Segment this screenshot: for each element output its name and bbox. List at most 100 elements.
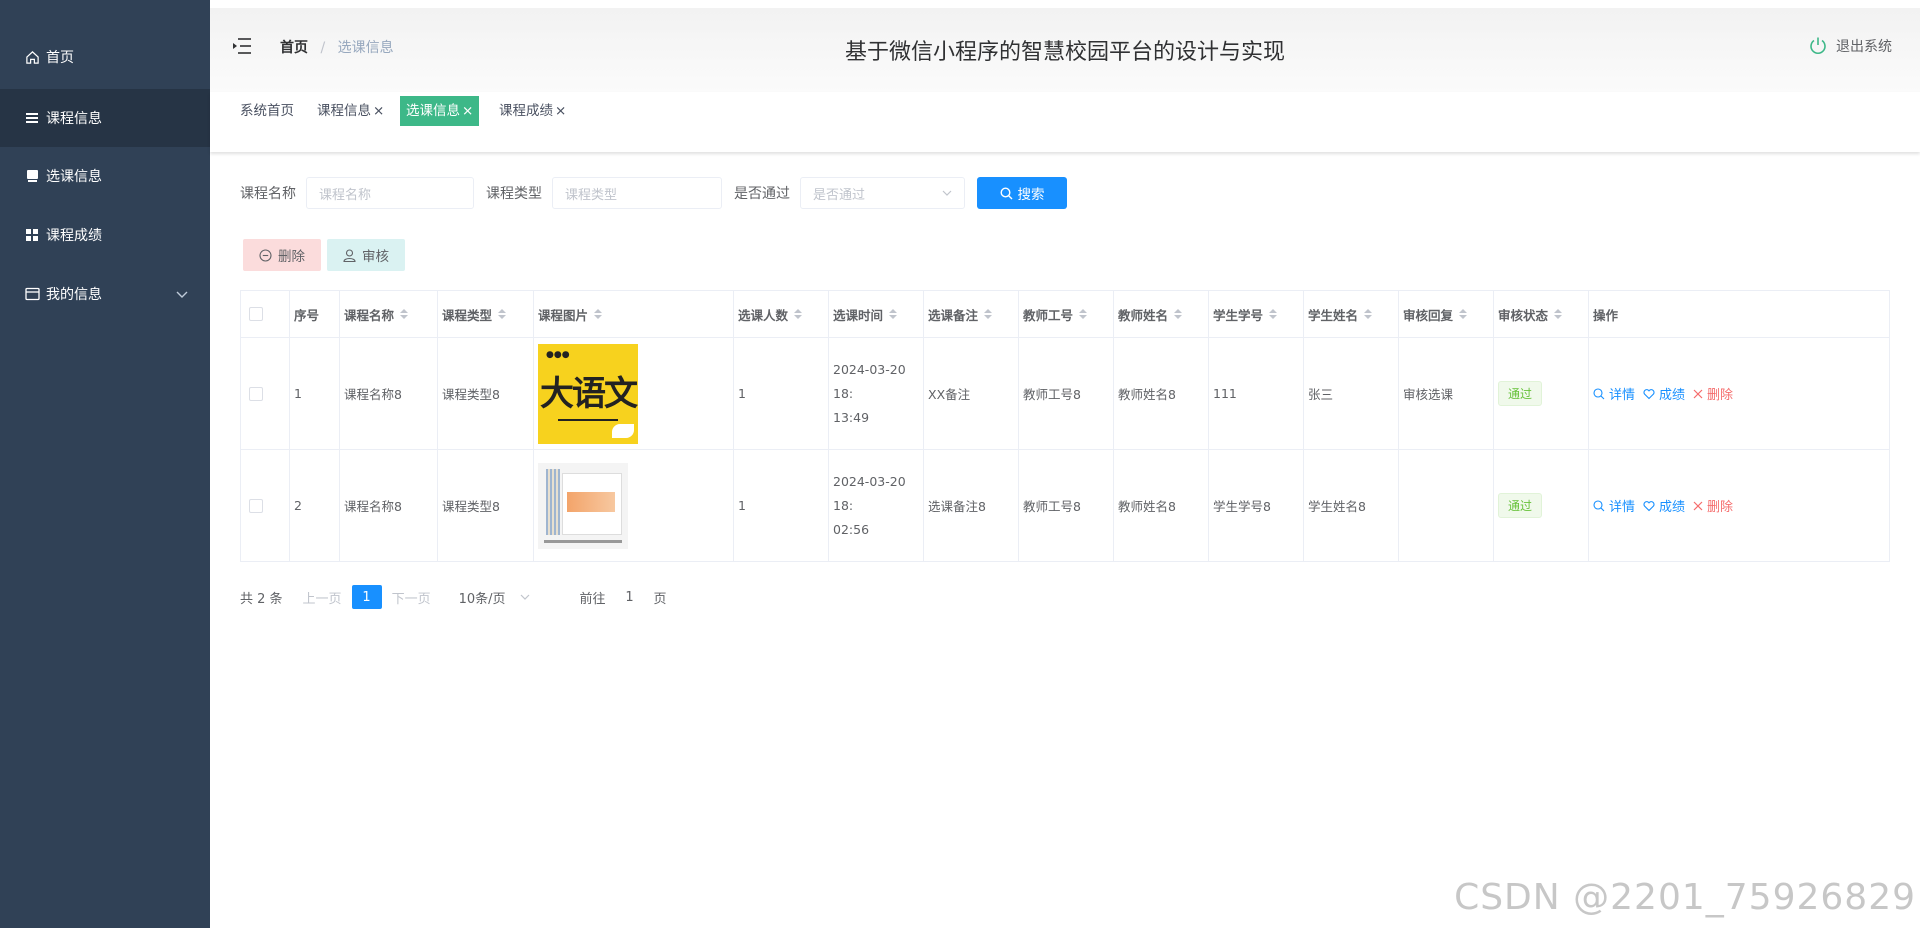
- sort-icon[interactable]: [1079, 309, 1088, 319]
- course-type-input[interactable]: 课程类型: [552, 177, 722, 209]
- cell-time: 2024-03-20 18: 13:49: [829, 338, 924, 449]
- image-divider: [558, 419, 618, 421]
- sort-icon[interactable]: [400, 309, 409, 319]
- col-header-label: 序号: [294, 307, 320, 323]
- col-header-student-no[interactable]: 学生学号: [1209, 291, 1304, 337]
- cell-student-no: 学生学号8: [1209, 450, 1304, 561]
- tag-label: 系统首页: [240, 103, 294, 119]
- tags-view-bar: 系统首页 课程信息 × 选课信息 × 课程成绩 ×: [210, 92, 1920, 152]
- col-header-time[interactable]: 选课时间: [829, 291, 924, 337]
- col-header-teacher-no[interactable]: 教师工号: [1019, 291, 1114, 337]
- list-icon: [24, 110, 40, 126]
- sidebar-item-my-info[interactable]: 我的信息: [0, 265, 210, 323]
- image-book-band: [567, 491, 615, 512]
- cell-status: 通过: [1494, 338, 1589, 449]
- col-header-teacher-name[interactable]: 教师姓名: [1114, 291, 1209, 337]
- logout-button[interactable]: 退出系统: [1808, 36, 1892, 56]
- col-header-label: 学生姓名: [1308, 307, 1359, 323]
- col-header-label: 选课时间: [833, 307, 884, 323]
- goto-page-input[interactable]: 1: [612, 590, 648, 605]
- tag-system-home[interactable]: 系统首页: [234, 96, 300, 126]
- sort-icon[interactable]: [889, 309, 898, 319]
- col-header-note[interactable]: 选课备注: [924, 291, 1019, 337]
- detail-button[interactable]: 详情: [1593, 496, 1635, 515]
- sidebar-item-selection-info[interactable]: 选课信息: [0, 147, 210, 205]
- col-header-label: 选课人数: [738, 307, 789, 323]
- cell-count: 1: [734, 338, 829, 449]
- cell-reply: 审核选课: [1399, 338, 1494, 449]
- grid-icon: [24, 227, 40, 243]
- col-header-count[interactable]: 选课人数: [734, 291, 829, 337]
- sidebar-item-label: 首页: [46, 50, 74, 66]
- sort-icon[interactable]: [1269, 309, 1278, 319]
- audit-button[interactable]: 审核: [327, 239, 405, 271]
- search-button[interactable]: 搜索: [977, 177, 1067, 209]
- page-unit-label: 页: [653, 591, 667, 607]
- col-header-label: 教师姓名: [1118, 307, 1169, 323]
- close-icon[interactable]: ×: [373, 103, 384, 119]
- sidebar-item-course-info[interactable]: 课程信息: [0, 89, 210, 147]
- tag-selection-info[interactable]: 选课信息 ×: [400, 96, 480, 126]
- col-header-student-name[interactable]: 学生姓名: [1304, 291, 1399, 337]
- col-header-course-type[interactable]: 课程类型: [438, 291, 534, 337]
- cell-course-image: ●●● 大语文: [534, 338, 734, 449]
- watermark: CSDN @2201_75926829: [1454, 877, 1916, 918]
- row-delete-button[interactable]: 删除: [1693, 384, 1733, 403]
- close-icon[interactable]: ×: [555, 103, 566, 119]
- card-icon: [24, 286, 40, 302]
- home-icon: [24, 49, 40, 65]
- col-header-status[interactable]: 审核状态: [1494, 291, 1589, 337]
- detail-button[interactable]: 详情: [1593, 384, 1635, 403]
- close-icon[interactable]: ×: [462, 103, 473, 119]
- tag-course-score[interactable]: 课程成绩 ×: [493, 96, 572, 126]
- select-all-checkbox[interactable]: [249, 307, 263, 321]
- sort-icon[interactable]: [794, 309, 803, 319]
- col-header-course-image[interactable]: 课程图片: [534, 291, 734, 337]
- table-row: 2 课程名称8 课程类型8 1 2024-03-20 18: 02:56 选课备…: [241, 450, 1889, 561]
- cell-actions: 详情 成绩 删除: [1589, 338, 1889, 449]
- heart-icon: [1643, 388, 1655, 399]
- delete-label: 删除: [1707, 388, 1734, 403]
- sidebar-item-course-score[interactable]: 课程成绩: [0, 206, 210, 264]
- cell-status: 通过: [1494, 450, 1589, 561]
- tag-course-info[interactable]: 课程信息 ×: [311, 96, 390, 126]
- sort-icon[interactable]: [594, 309, 603, 319]
- col-header-course-name[interactable]: 课程名称: [340, 291, 438, 337]
- course-image-book-set[interactable]: [538, 462, 628, 549]
- minus-circle-icon: [259, 248, 272, 262]
- course-image-chinese-book[interactable]: ●●● 大语文: [538, 343, 638, 444]
- sort-icon[interactable]: [1364, 309, 1373, 319]
- score-button[interactable]: 成绩: [1643, 496, 1685, 515]
- pagination-total: 共 2 条: [240, 591, 283, 607]
- sidebar-item-home[interactable]: 首页: [0, 28, 210, 86]
- sort-icon[interactable]: [498, 309, 507, 319]
- page-number-current[interactable]: 1: [351, 585, 382, 609]
- sort-icon[interactable]: [1459, 309, 1468, 319]
- cell-index: 1: [290, 338, 340, 449]
- course-name-input[interactable]: 课程名称: [306, 177, 474, 209]
- sort-icon[interactable]: [1554, 309, 1563, 319]
- score-button[interactable]: 成绩: [1643, 384, 1685, 403]
- row-delete-button[interactable]: 删除: [1693, 496, 1733, 515]
- passed-select[interactable]: 是否通过: [800, 177, 965, 209]
- sort-icon[interactable]: [1174, 309, 1183, 319]
- time-line-2: 13:49: [833, 409, 870, 425]
- goto-label: 前往: [579, 591, 606, 607]
- user-icon: [343, 248, 356, 262]
- power-icon: [1810, 37, 1826, 54]
- col-header-label: 审核回复: [1403, 307, 1454, 323]
- next-page-button[interactable]: 下一页: [392, 588, 431, 607]
- row-checkbox[interactable]: [249, 498, 263, 513]
- col-header-reply[interactable]: 审核回复: [1399, 291, 1494, 337]
- col-header-label: 课程图片: [538, 307, 589, 323]
- delete-label: 删除: [1707, 500, 1734, 515]
- cell-teacher-name: 教师姓名8: [1114, 450, 1209, 561]
- batch-delete-button[interactable]: 删除: [243, 239, 321, 271]
- tag-label: 课程信息: [317, 103, 371, 119]
- cell-teacher-no: 教师工号8: [1019, 338, 1114, 449]
- row-checkbox[interactable]: [249, 386, 263, 401]
- page-size-select[interactable]: 10条/页: [459, 588, 530, 607]
- sort-icon[interactable]: [984, 309, 993, 319]
- logout-label: 退出系统: [1836, 39, 1892, 55]
- prev-page-button[interactable]: 上一页: [303, 588, 342, 607]
